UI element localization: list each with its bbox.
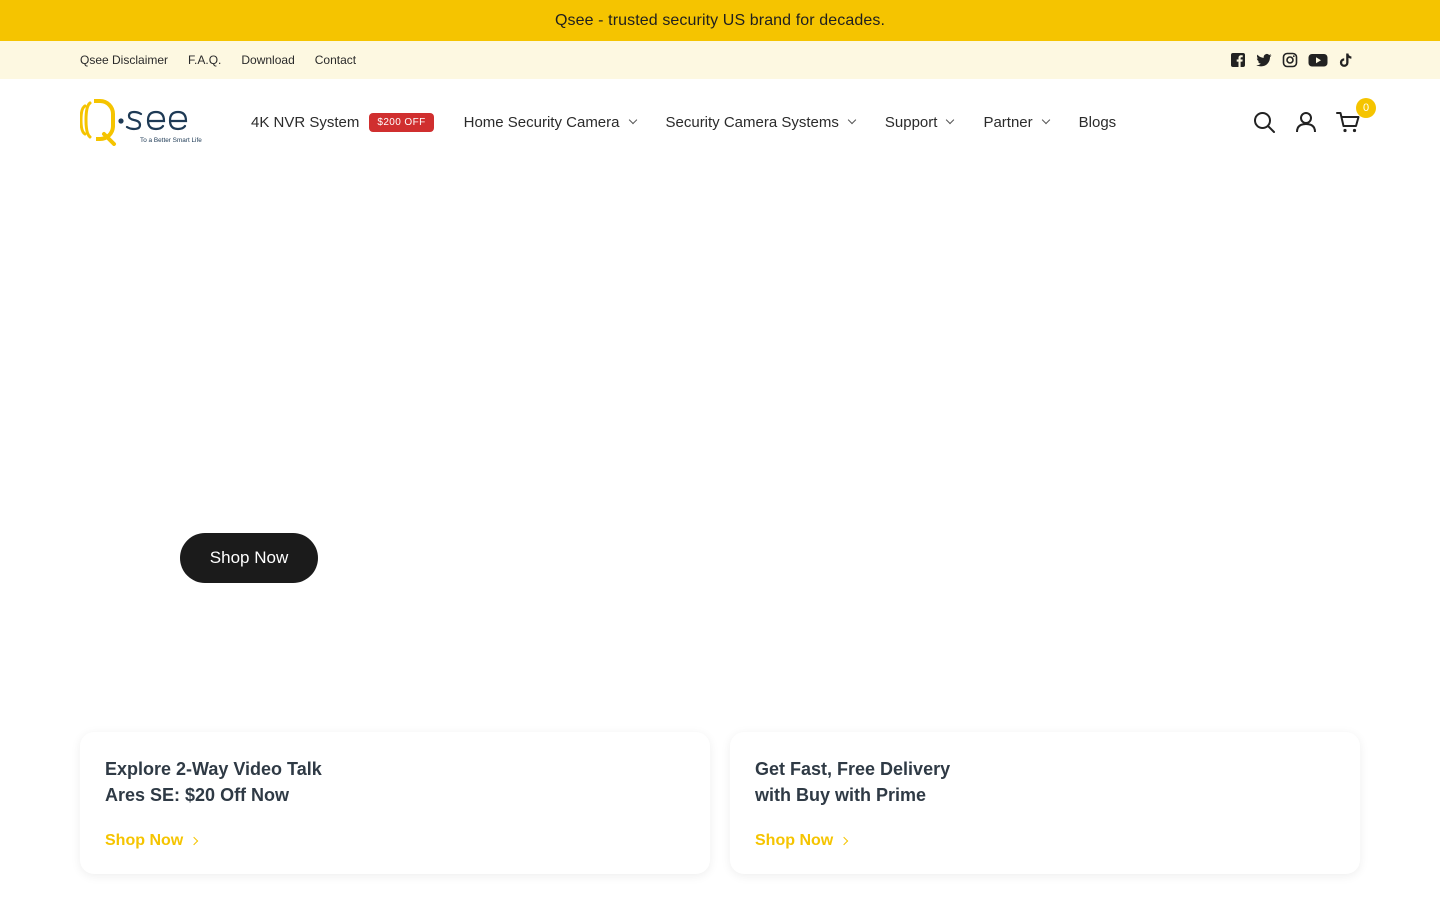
nav-item-home-security-camera[interactable]: Home Security Camera: [463, 113, 637, 131]
nav-label: Blogs: [1078, 113, 1117, 131]
account-icon[interactable]: [1294, 110, 1318, 134]
main-nav: 4K NVR System $200 OFF Home Security Cam…: [251, 105, 1146, 139]
chevron-down-icon: [1041, 115, 1050, 125]
header-actions: 0: [1252, 98, 1376, 136]
promo-card-title: Explore 2-Way Video Talk Ares SE: $20 Of…: [105, 756, 322, 808]
logo-tagline: To a Better Smart Life: [140, 137, 202, 144]
hero-shop-now-button[interactable]: Shop Now: [180, 533, 318, 583]
chevron-down-icon: [628, 115, 637, 125]
nav-item-partner[interactable]: Partner: [983, 113, 1050, 131]
nav-label: Partner: [983, 113, 1033, 131]
nav-item-blogs[interactable]: Blogs: [1079, 114, 1117, 131]
nav-item-support[interactable]: Support: [884, 113, 955, 131]
top-link-download[interactable]: Download: [241, 53, 294, 67]
chevron-right-icon: [189, 836, 199, 846]
promo-card-shop-now-link[interactable]: Shop Now: [755, 832, 849, 850]
chevron-right-icon: [839, 836, 849, 846]
chevron-down-icon: [946, 115, 955, 125]
link-label: Shop Now: [105, 832, 184, 849]
announcement-text: Qsee - trusted security US brand for dec…: [555, 11, 885, 29]
chevron-down-icon: [847, 115, 857, 125]
promo-card-title-line: Get Fast, Free Delivery: [755, 759, 951, 779]
nav-item-4k-nvr-system[interactable]: 4K NVR System $200 OFF: [251, 112, 434, 132]
discount-badge: $200 OFF: [369, 112, 434, 132]
main-header: To a Better Smart Life 4K NVR System $20…: [0, 79, 1440, 165]
announcement-bar: Qsee - trusted security US brand for dec…: [0, 0, 1440, 41]
nav-label: 4K NVR System: [251, 113, 360, 131]
hero-banner: Shop Now: [80, 165, 1360, 720]
tiktok-icon[interactable]: [1338, 52, 1354, 68]
promo-card-title-line: Ares SE: $20 Off Now: [105, 785, 290, 805]
top-link-disclaimer[interactable]: Qsee Disclaimer: [80, 53, 168, 67]
nav-item-security-camera-systems[interactable]: Security Camera Systems: [665, 113, 857, 131]
promo-card-prime-delivery[interactable]: Get Fast, Free Delivery with Buy with Pr…: [730, 732, 1360, 874]
top-links: Qsee Disclaimer F.A.Q. Download Contact: [80, 41, 356, 79]
search-icon[interactable]: [1252, 110, 1276, 134]
promo-card-title-line: Explore 2-Way Video Talk: [105, 759, 322, 779]
twitter-icon[interactable]: [1256, 52, 1272, 68]
qsee-logo[interactable]: To a Better Smart Life: [79, 98, 212, 146]
promo-card-title-line: with Buy with Prime: [755, 785, 927, 805]
youtube-icon[interactable]: [1308, 52, 1328, 68]
instagram-icon[interactable]: [1282, 52, 1298, 68]
nav-label: Support: [884, 113, 938, 131]
nav-label: Home Security Camera: [463, 113, 620, 131]
promo-card-title: Get Fast, Free Delivery with Buy with Pr…: [755, 756, 950, 808]
facebook-icon[interactable]: [1230, 52, 1246, 68]
promo-card-shop-now-link[interactable]: Shop Now: [105, 832, 199, 850]
social-links: [1230, 41, 1354, 79]
promo-card-video-talk[interactable]: Explore 2-Way Video Talk Ares SE: $20 Of…: [80, 732, 710, 874]
top-link-contact[interactable]: Contact: [315, 53, 356, 67]
nav-label: Security Camera Systems: [665, 113, 839, 131]
link-label: Shop Now: [755, 832, 834, 849]
cart-icon[interactable]: 0: [1336, 98, 1376, 134]
top-link-faq[interactable]: F.A.Q.: [188, 53, 221, 67]
cart-count-badge: 0: [1356, 98, 1376, 118]
top-bar: Qsee Disclaimer F.A.Q. Download Contact: [0, 41, 1440, 79]
